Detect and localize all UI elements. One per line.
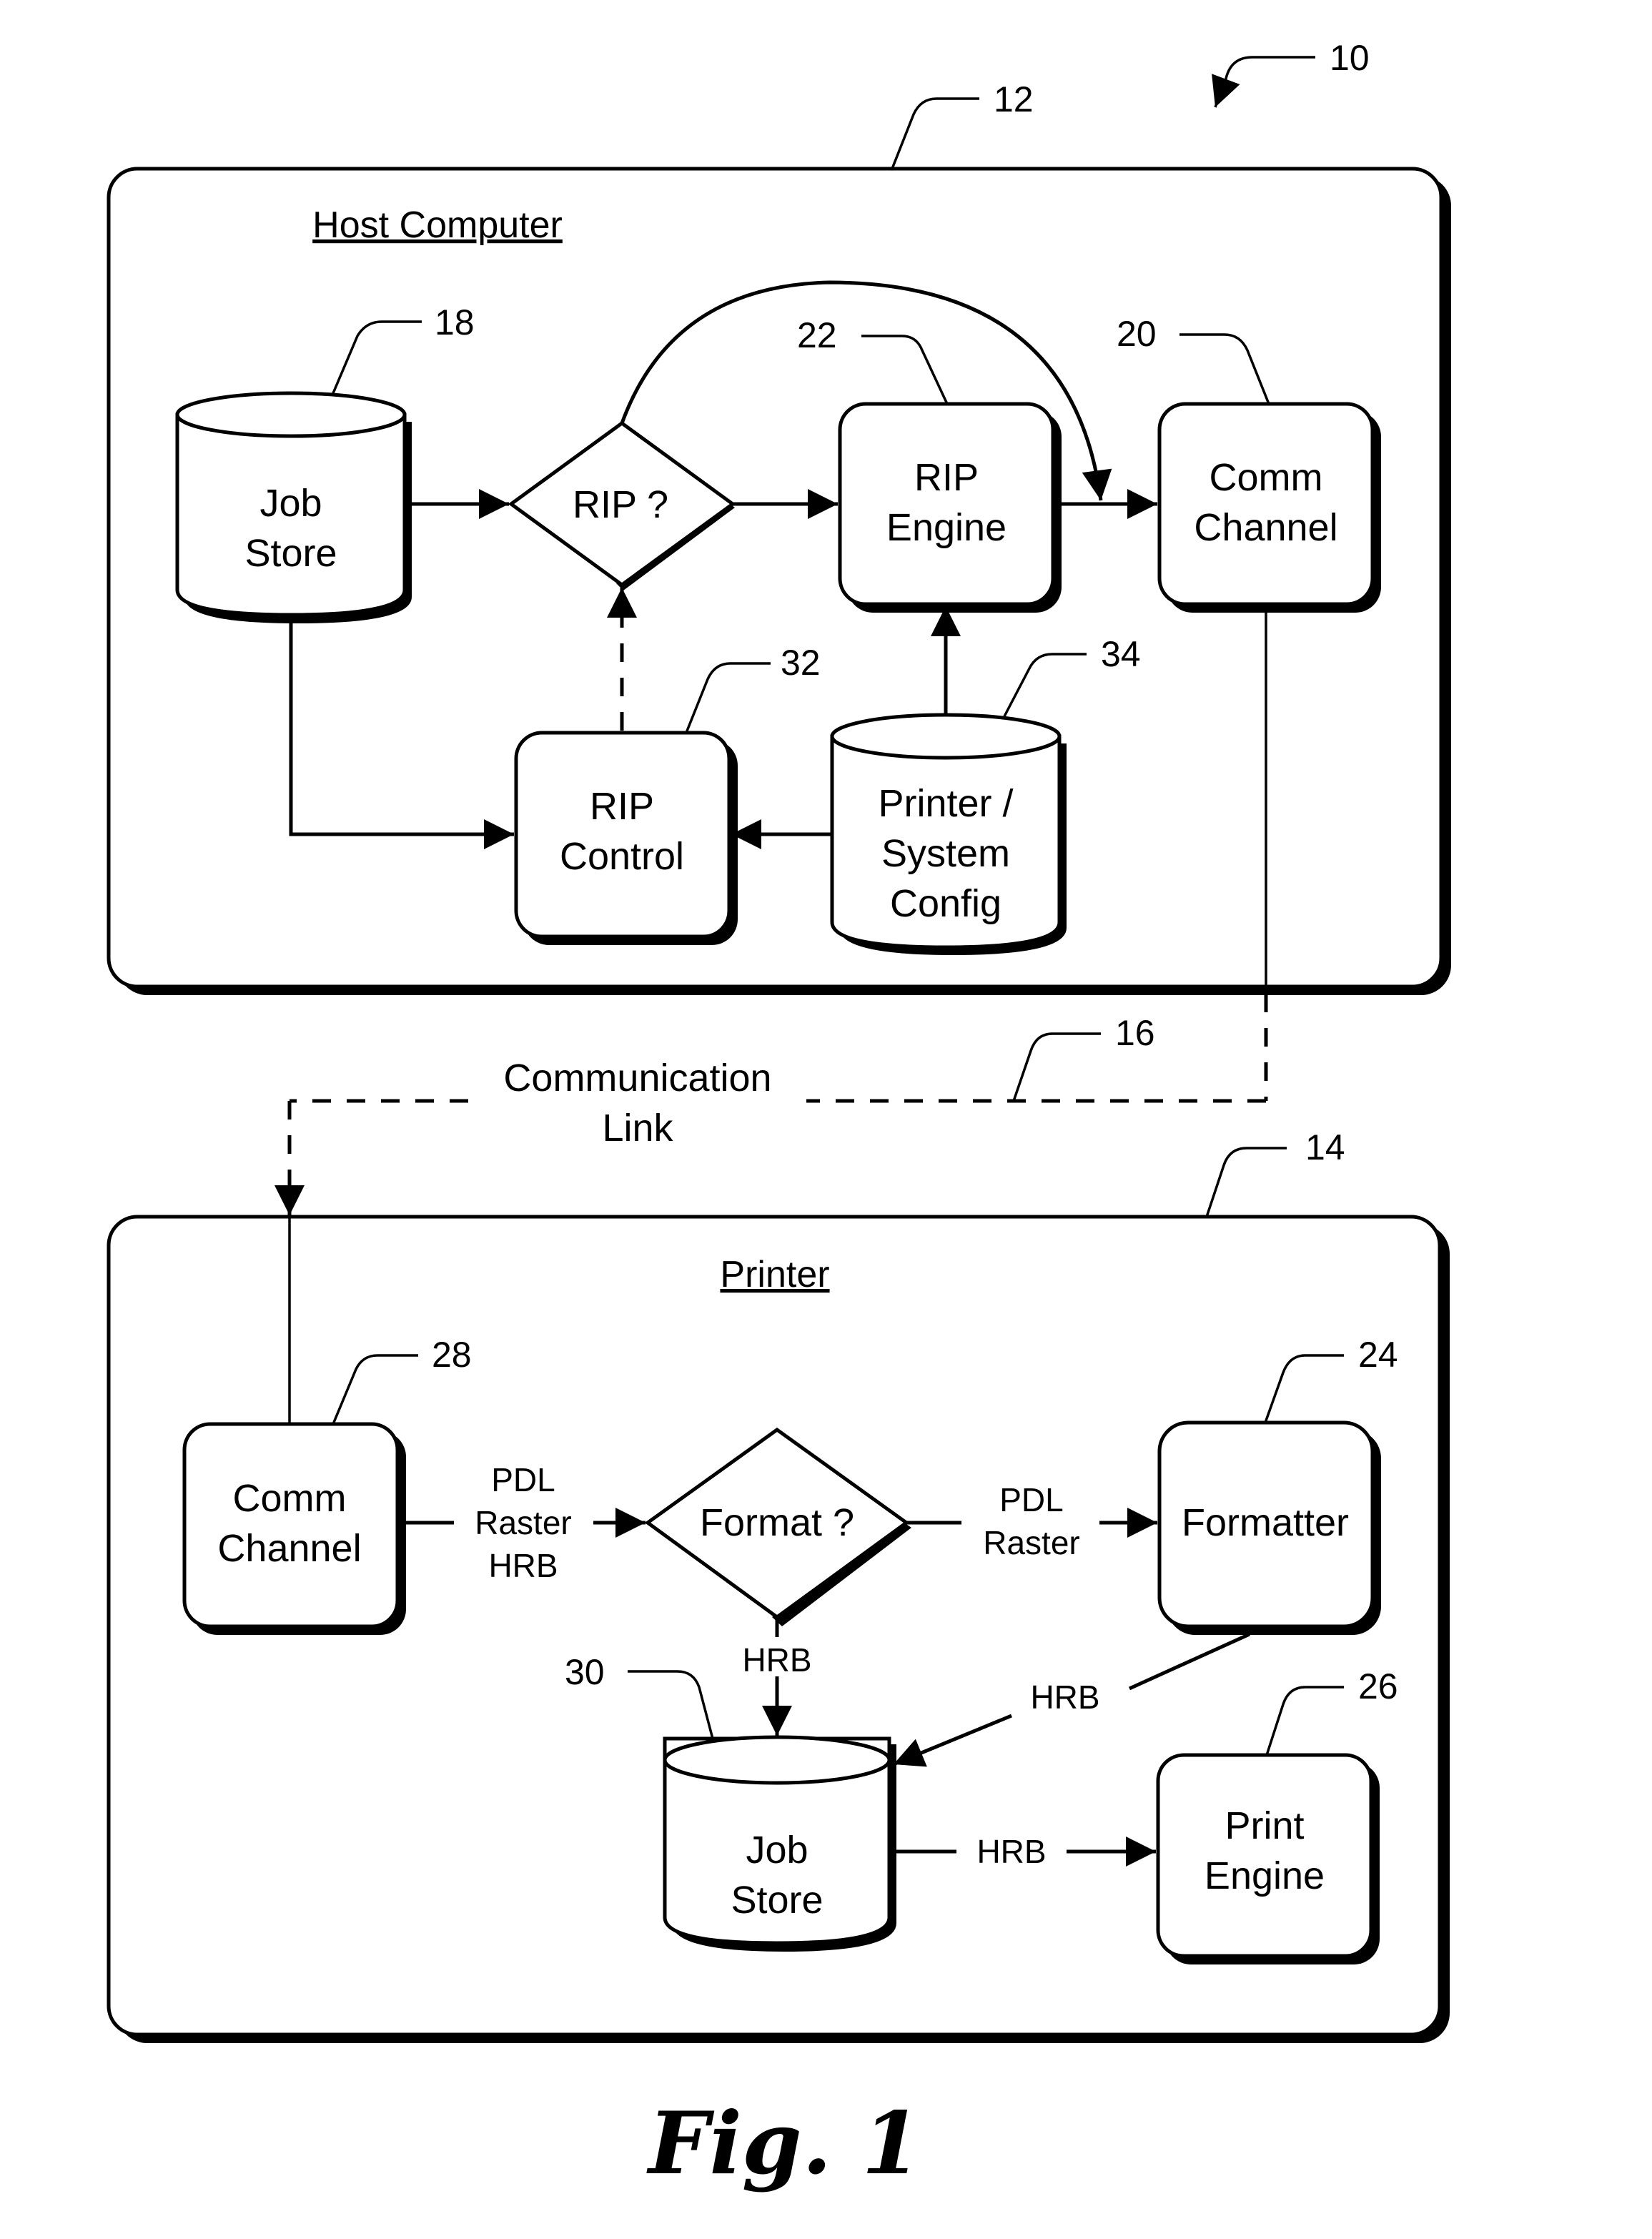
figure-caption: Fig. 1 xyxy=(646,2093,921,2194)
ref-10: 10 xyxy=(1330,38,1370,78)
link-label-line1: Communication xyxy=(503,1057,771,1099)
ref-30: 30 xyxy=(565,1652,605,1692)
edge-label-raster-2: Raster xyxy=(983,1524,1079,1561)
printer-title: Printer xyxy=(720,1254,829,1295)
host-comm-channel-line2: Channel xyxy=(1194,506,1337,549)
rip-engine-line2: Engine xyxy=(886,506,1006,549)
ref-26: 26 xyxy=(1358,1666,1398,1706)
system-reference: 10 xyxy=(1212,38,1370,108)
rip-engine-line1: RIP xyxy=(914,456,979,499)
ref-22: 22 xyxy=(797,315,837,355)
ref-18: 18 xyxy=(435,302,475,342)
config-line2: System xyxy=(881,832,1010,875)
print-engine-line1: Print xyxy=(1225,1804,1304,1847)
ref-24: 24 xyxy=(1358,1335,1398,1375)
print-engine-line2: Engine xyxy=(1205,1854,1325,1897)
rip-decision-label: RIP ? xyxy=(573,483,668,526)
edge-label-hrb-2: HRB xyxy=(742,1641,811,1679)
host-job-store-line2: Store xyxy=(244,532,337,575)
ref-32: 32 xyxy=(781,643,821,683)
patent-figure: 10 Host Computer 12 Job Store 18 RIP ? R… xyxy=(107,38,1451,2194)
edge-label-raster-1: Raster xyxy=(475,1504,571,1541)
printer-job-store-line2: Store xyxy=(731,1879,823,1922)
link-label-line2: Link xyxy=(602,1107,673,1150)
rip-control-line1: RIP xyxy=(590,785,654,828)
format-decision-label: Format ? xyxy=(700,1501,854,1544)
ref-16: 16 xyxy=(1115,1013,1155,1053)
rip-control-line2: Control xyxy=(560,835,684,878)
config-line3: Config xyxy=(890,882,1001,925)
host-job-store-line1: Job xyxy=(259,482,322,525)
formatter-label: Formatter xyxy=(1182,1501,1349,1544)
edge-label-pdl-2: PDL xyxy=(999,1481,1063,1518)
host-computer-title: Host Computer xyxy=(312,204,563,246)
ref-12: 12 xyxy=(994,79,1034,119)
host-comm-channel-line1: Comm xyxy=(1210,456,1323,499)
edge-label-pdl-1: PDL xyxy=(491,1461,555,1498)
ref-20: 20 xyxy=(1117,314,1157,354)
edge-label-hrb-1: HRB xyxy=(488,1547,558,1584)
edge-label-hrb-4: HRB xyxy=(976,1833,1046,1870)
edge-label-hrb-3: HRB xyxy=(1030,1679,1099,1716)
printer-comm-channel-line2: Channel xyxy=(217,1527,361,1570)
ref-28: 28 xyxy=(432,1335,472,1375)
config-line1: Printer / xyxy=(878,782,1013,825)
printer-comm-channel-line1: Comm xyxy=(233,1477,347,1520)
ref-14: 14 xyxy=(1305,1127,1345,1167)
printer-job-store-line1: Job xyxy=(746,1829,808,1872)
ref-34: 34 xyxy=(1101,634,1141,674)
